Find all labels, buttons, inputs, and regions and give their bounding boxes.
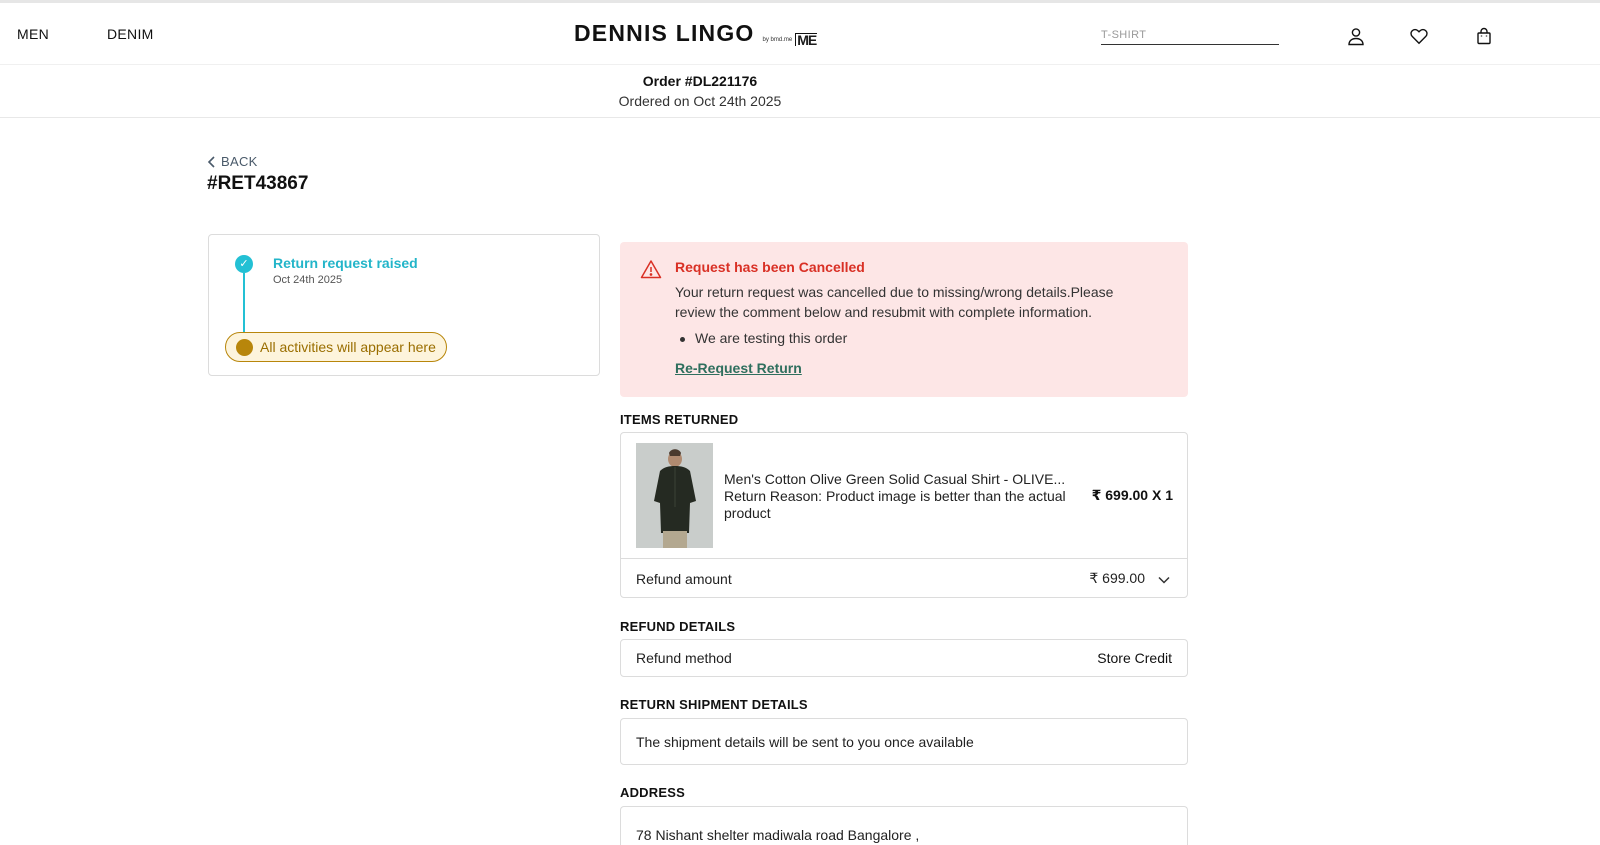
chevron-down-icon[interactable]: [1157, 574, 1171, 586]
heart-icon[interactable]: [1409, 26, 1429, 46]
items-returned-label: ITEMS RETURNED: [620, 412, 739, 427]
return-reason: Return Reason: Product image is better t…: [724, 488, 1066, 521]
warning-icon: [640, 260, 662, 279]
refund-amount-value: ₹ 699.00: [1089, 570, 1145, 586]
product-image[interactable]: [636, 443, 713, 548]
cancelled-alert: Request has been Cancelled Your return r…: [620, 242, 1188, 397]
user-icon[interactable]: [1346, 26, 1366, 46]
brand-mark: ME: [795, 32, 818, 48]
bag-icon[interactable]: [1474, 26, 1494, 46]
check-icon: ✓: [235, 255, 253, 273]
address-line: 78 Nishant shelter madiwala road Bangalo…: [636, 827, 920, 843]
chevron-left-icon: [207, 155, 215, 168]
product-title[interactable]: Men's Cotton Olive Green Solid Casual Sh…: [724, 471, 1084, 487]
re-request-return-link[interactable]: Re-Request Return: [675, 360, 802, 376]
nav-denim[interactable]: DENIM: [107, 26, 154, 42]
alert-title: Request has been Cancelled: [675, 259, 865, 275]
return-shipment-label: RETURN SHIPMENT DETAILS: [620, 697, 808, 712]
timeline-event-title: Return request raised: [273, 255, 418, 271]
address-card: 78 Nishant shelter madiwala road Bangalo…: [620, 806, 1188, 845]
brand-by: by bmd.me: [762, 37, 793, 43]
search-bar: [1101, 25, 1279, 45]
return-id-title: #RET43867: [207, 173, 309, 194]
search-input[interactable]: [1101, 29, 1279, 41]
order-date: Ordered on Oct 24th 2025: [618, 93, 782, 109]
nav-men[interactable]: MEN: [17, 26, 49, 42]
timeline-event-date: Oct 24th 2025: [273, 274, 343, 286]
refund-details-label: REFUND DETAILS: [620, 619, 736, 634]
activities-note-badge: All activities will appear here: [225, 332, 447, 362]
shipment-text: The shipment details will be sent to you…: [636, 734, 974, 750]
activities-note: All activities will appear here: [260, 339, 436, 355]
items-returned-card: Men's Cotton Olive Green Solid Casual Sh…: [620, 432, 1188, 598]
divider: [621, 558, 1187, 559]
alert-comment: We are testing this order: [679, 330, 848, 346]
site-header: MEN DENIM DENNIS LINGO by bmd.me ME: [0, 0, 1600, 65]
refund-details-card: Refund method Store Credit: [620, 639, 1188, 677]
return-shipment-card: The shipment details will be sent to you…: [620, 718, 1188, 765]
address-label: ADDRESS: [620, 785, 685, 800]
refund-method-value: Store Credit: [1097, 650, 1172, 666]
activity-timeline: ✓ Return request raised Oct 24th 2025 Al…: [208, 234, 600, 376]
back-button[interactable]: BACK: [207, 154, 258, 169]
alert-message: Your return request was cancelled due to…: [675, 284, 1114, 320]
order-number: Order #DL221176: [642, 73, 758, 89]
brand-name: DENNIS LINGO: [574, 20, 755, 46]
timeline-connector: [243, 273, 245, 335]
product-price-qty: ₹ 699.00 X 1: [1091, 487, 1173, 503]
refund-method-label: Refund method: [636, 650, 732, 666]
order-subheader: Order #DL221176 Ordered on Oct 24th 2025: [0, 65, 1600, 118]
dot-icon: [236, 338, 253, 356]
back-label: BACK: [221, 154, 258, 169]
brand-logo[interactable]: DENNIS LINGO by bmd.me ME: [574, 19, 818, 48]
refund-amount-label: Refund amount: [636, 571, 732, 587]
